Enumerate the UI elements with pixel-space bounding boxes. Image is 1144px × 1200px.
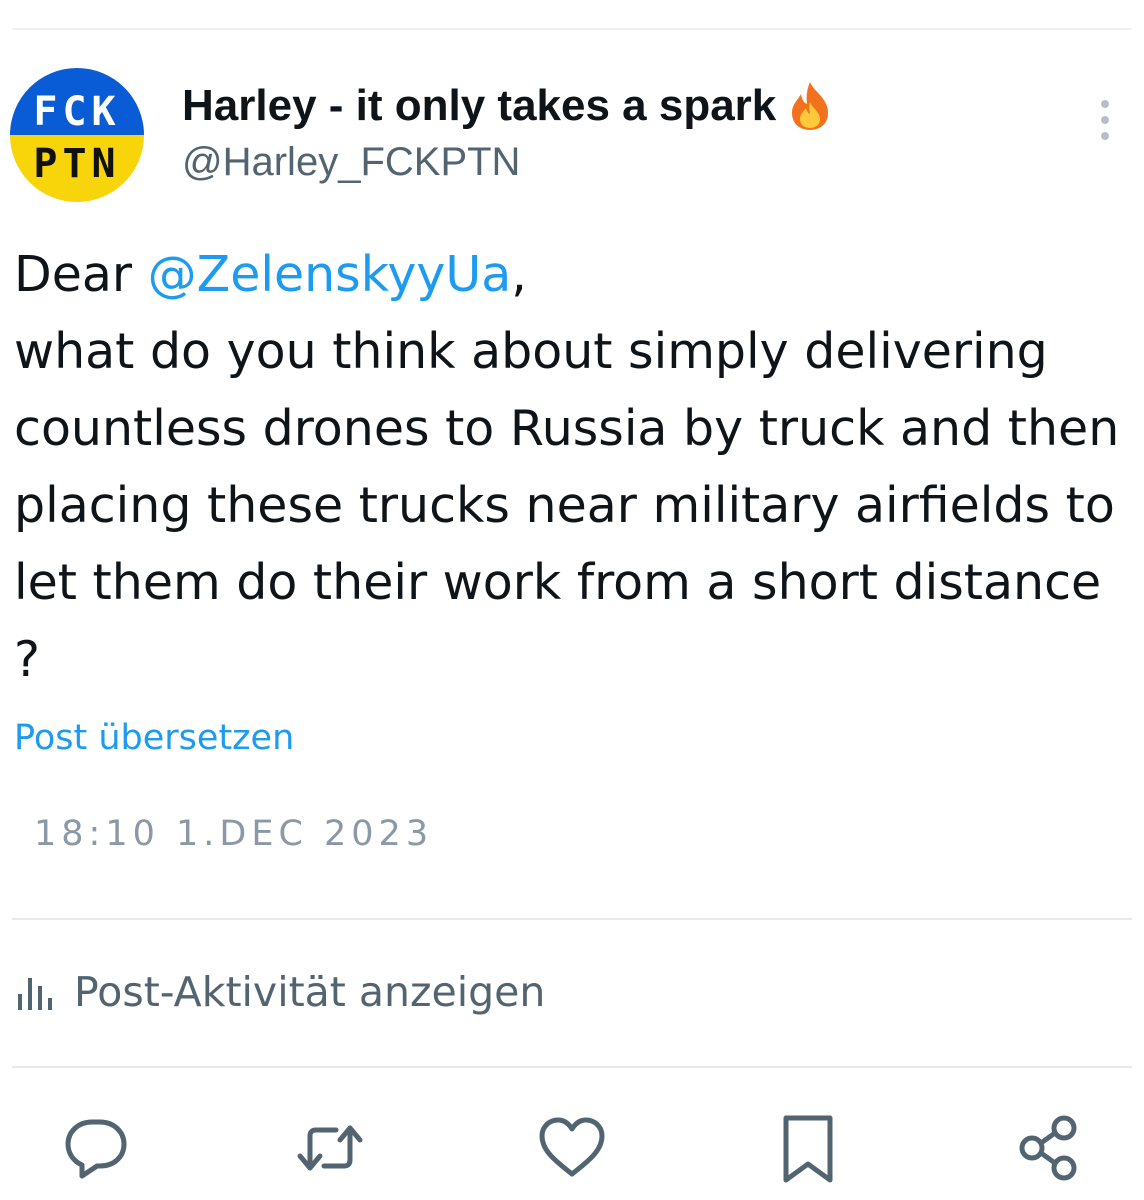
top-divider [12,28,1132,30]
speech-bubble-icon [65,1119,127,1179]
bar-chart-icon [18,978,52,1010]
divider [12,1066,1132,1068]
avatar[interactable]: FCK PTN [10,68,144,202]
display-name-text: Harley - it only takes a spark [182,81,777,130]
post-text: Dear @ZelenskyyUa, what do you think abo… [14,236,1138,698]
share-icon [1019,1115,1077,1181]
post-timestamp[interactable]: 18:10 1.DEC 2023 [34,814,433,854]
reply-button[interactable] [58,1110,134,1186]
post-text-greeting: Dear [14,246,148,303]
post-text-body: , what do you think about simply deliver… [14,246,1120,688]
author-handle[interactable]: @Harley_FCKPTN [182,140,520,185]
bookmark-icon [783,1115,833,1183]
avatar-text-line2: PTN [33,141,121,187]
display-name[interactable]: Harley - it only takes a spark [182,80,832,132]
post-activity-button[interactable]: Post-Aktivität anzeigen [14,968,545,1016]
bookmark-button[interactable] [770,1110,846,1186]
like-button[interactable] [534,1110,610,1186]
avatar-text-line1: FCK [33,89,121,135]
divider [12,918,1132,920]
more-options-icon[interactable] [1090,96,1120,146]
post-activity-label: Post-Aktivität anzeigen [74,968,546,1016]
heart-icon [539,1117,605,1177]
translate-post-link[interactable]: Post übersetzen [14,718,294,758]
repost-button[interactable] [292,1110,368,1186]
mention-link[interactable]: @ZelenskyyUa [148,246,512,303]
fire-icon [792,82,829,130]
repost-arrows-icon [297,1125,363,1171]
share-button[interactable] [1012,1110,1088,1186]
